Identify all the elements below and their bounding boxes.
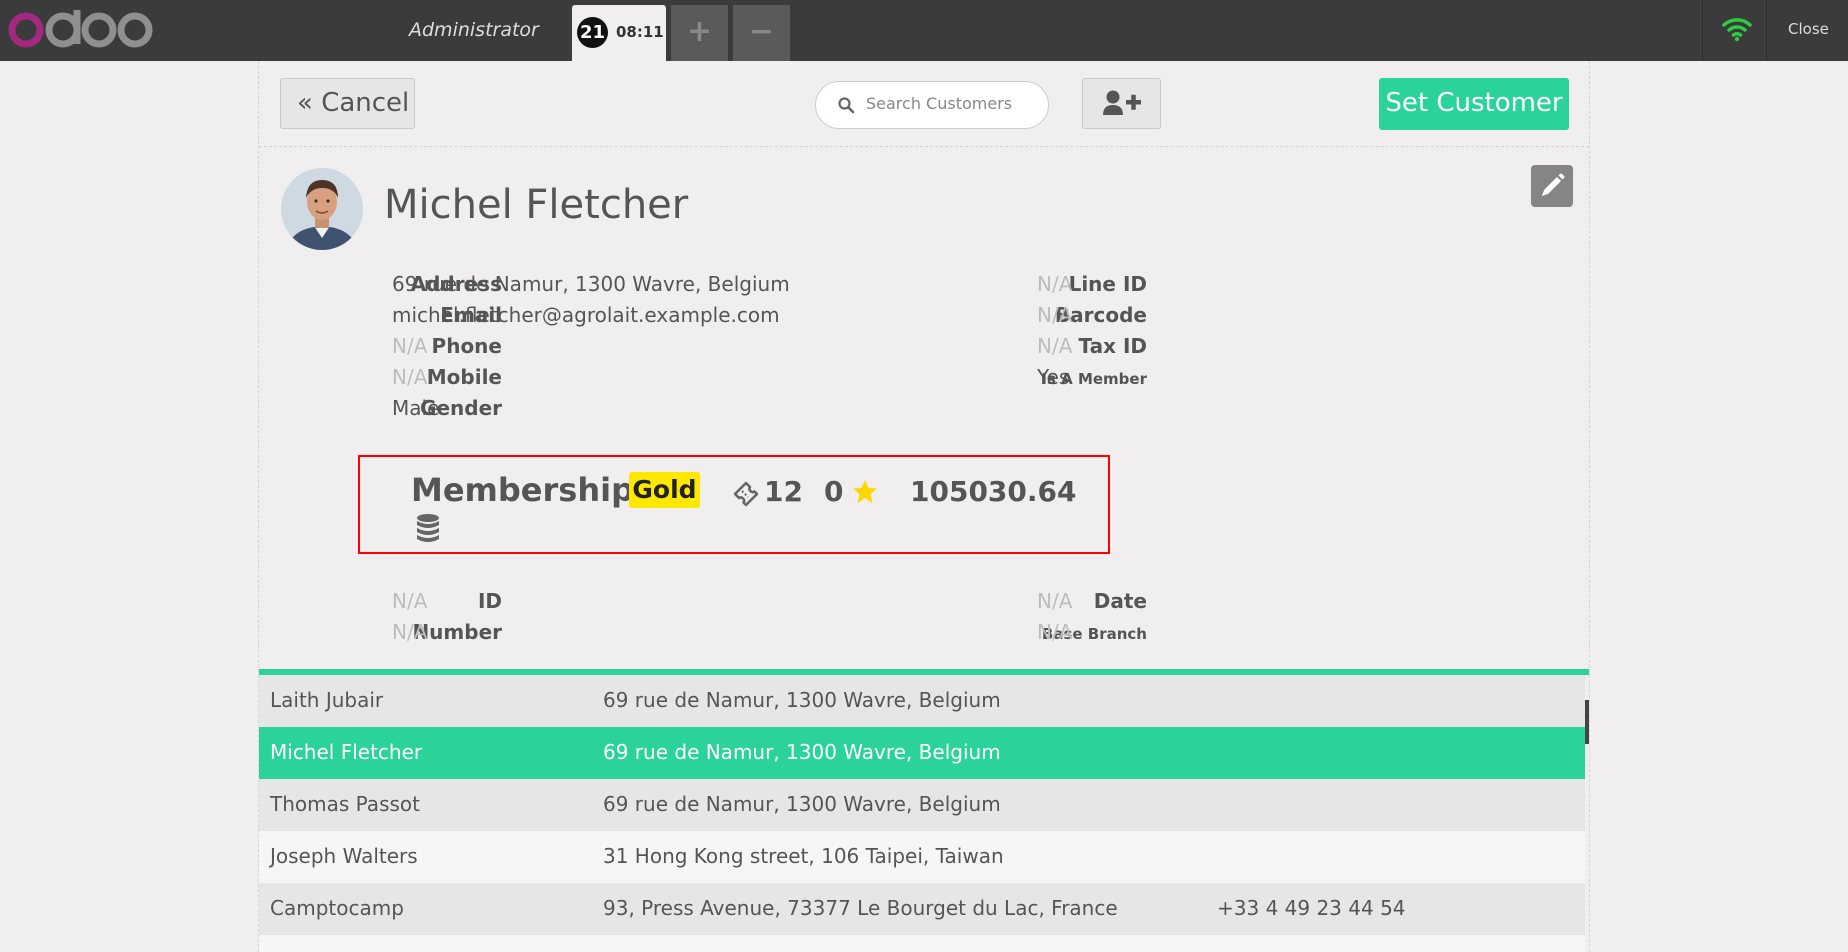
tax-id-value: N/A (1037, 334, 1073, 358)
membership-total-spent: 105030.64 (910, 475, 1077, 508)
membership-level-badge: Gold (629, 472, 700, 508)
edit-customer-button[interactable] (1531, 165, 1573, 207)
customer-row[interactable]: Laith Jubair 69 rue de Namur, 1300 Wavre… (259, 675, 1585, 727)
cancel-button[interactable]: « Cancel (280, 78, 415, 129)
customer-row-selected[interactable]: Michel Fletcher 69 rue de Namur, 1300 Wa… (259, 727, 1585, 779)
search-input[interactable] (866, 94, 1036, 113)
search-box[interactable] (815, 81, 1049, 129)
email-value: michel.fletcher@agrolait.example.com (392, 303, 780, 327)
star-icon (853, 480, 877, 503)
cancel-label: Cancel (321, 88, 410, 118)
list-scrollbar[interactable] (1585, 700, 1589, 744)
status-divider (1766, 0, 1767, 61)
id-value: N/A (392, 589, 428, 613)
order-tab-selected[interactable]: 21 08:11 (572, 5, 666, 61)
date-label: Date (1093, 589, 1147, 613)
customer-row-address: 69 rue de Namur, 1300 Wavre, Belgium (603, 688, 1001, 712)
customer-row-phone: +33 4 49 23 44 54 (1217, 896, 1406, 920)
customer-row[interactable]: Thomas Passot 69 rue de Namur, 1300 Wavr… (259, 779, 1585, 831)
customer-row-name: Laith Jubair (270, 688, 384, 712)
is-member-value: Yes (1037, 365, 1070, 389)
membership-title: Membership (411, 471, 634, 509)
phone-label: Phone (431, 334, 502, 358)
customer-row-name: Camptocamp (270, 896, 404, 920)
customer-row[interactable]: Joseph Walters 31 Hong Kong street, 106 … (259, 831, 1585, 883)
status-divider (1702, 0, 1703, 61)
double-chevron-left-icon: « (297, 88, 313, 118)
odoo-logo-icon (8, 10, 153, 48)
delete-order-button[interactable]: − (733, 5, 790, 61)
barcode-value: N/A (1037, 303, 1073, 327)
set-customer-button[interactable]: Set Customer (1379, 78, 1569, 130)
customer-avatar (281, 168, 363, 250)
customer-row-address: 93, Press Avenue, 73377 Le Bourget du La… (603, 896, 1118, 920)
new-order-button[interactable]: + (671, 5, 728, 61)
customer-name: Michel Fletcher (384, 182, 689, 228)
date-value: N/A (1037, 589, 1073, 613)
customer-row-address: 69 rue de Namur, 1300 Wavre, Belgium (603, 792, 1001, 816)
cashier-name[interactable]: Administrator (409, 19, 539, 41)
mobile-label: Mobile (426, 365, 502, 389)
address-value: 69 rue de Namur, 1300 Wavre, Belgium (392, 272, 790, 296)
base-branch-value: N/A (1037, 620, 1073, 644)
gender-value: Male (392, 396, 440, 420)
user-plus-icon (1103, 90, 1141, 115)
customer-row-address: 69 rue de Namur, 1300 Wavre, Belgium (603, 740, 1001, 764)
number-value: N/A (392, 620, 428, 644)
membership-visits: 12 (764, 475, 803, 508)
order-number-badge: 21 (577, 17, 608, 48)
customer-row[interactable] (259, 935, 1585, 952)
membership-summary: Membership Gold 12 0 105030.64 (358, 455, 1110, 554)
coins-icon (417, 514, 439, 542)
customer-list: Laith Jubair 69 rue de Namur, 1300 Wavre… (259, 669, 1589, 952)
client-toolbar: « Cancel Set Customer (259, 61, 1589, 147)
customer-row-name: Michel Fletcher (270, 740, 423, 764)
add-customer-button[interactable] (1082, 78, 1161, 129)
membership-points: 0 (824, 475, 844, 508)
search-icon (838, 97, 855, 114)
order-time: 08:11 (616, 23, 664, 41)
id-label: ID (477, 589, 502, 613)
customer-row-address: 31 Hong Kong street, 106 Taipei, Taiwan (603, 844, 1004, 868)
pencil-icon (1542, 173, 1565, 196)
client-list-screen: « Cancel Set Customer (258, 61, 1590, 952)
line-id-value: N/A (1037, 272, 1073, 296)
ticket-icon (733, 481, 759, 507)
customer-row[interactable]: Camptocamp 93, Press Avenue, 73377 Le Bo… (259, 883, 1585, 935)
mobile-value: N/A (392, 365, 428, 389)
tax-id-label: Tax ID (1078, 334, 1147, 358)
wifi-icon[interactable] (1722, 16, 1752, 42)
customer-row-name: Thomas Passot (270, 792, 420, 816)
line-id-label: Line ID (1068, 272, 1147, 296)
pos-topbar: Administrator 21 08:11 + − Close (0, 0, 1848, 61)
customer-row-name: Joseph Walters (270, 844, 418, 868)
close-button[interactable]: Close (1788, 20, 1829, 38)
phone-value: N/A (392, 334, 428, 358)
